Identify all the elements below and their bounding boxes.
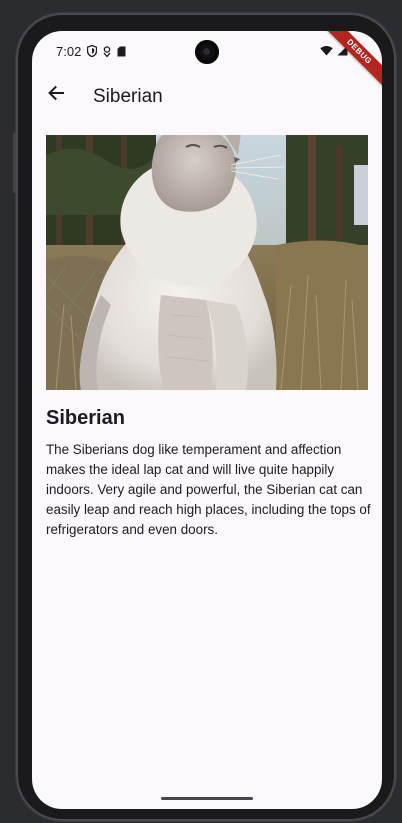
status-bar: 7:02 DEBUG bbox=[32, 31, 382, 89]
page-title: Siberian bbox=[93, 86, 163, 107]
home-indicator[interactable] bbox=[161, 797, 253, 800]
status-time: 7:02 bbox=[56, 44, 82, 59]
back-button[interactable] bbox=[42, 79, 70, 107]
app-bar: Siberian bbox=[32, 75, 382, 119]
breed-description: The Siberians dog like temperament and a… bbox=[46, 442, 371, 537]
front-camera bbox=[195, 40, 219, 64]
sim-card-icon bbox=[117, 46, 126, 56]
shield-icon bbox=[87, 45, 97, 57]
arrow-back-icon bbox=[48, 85, 64, 101]
breed-title: Siberian bbox=[46, 407, 125, 429]
status-icons-left bbox=[87, 45, 126, 57]
wifi-icon bbox=[320, 46, 333, 56]
location-icon bbox=[103, 45, 111, 57]
app-screen: 7:02 DEBUG Siberian Siberian The Siberia… bbox=[32, 31, 382, 809]
siberian-cat-image bbox=[46, 135, 368, 390]
cat-photo bbox=[46, 135, 368, 390]
